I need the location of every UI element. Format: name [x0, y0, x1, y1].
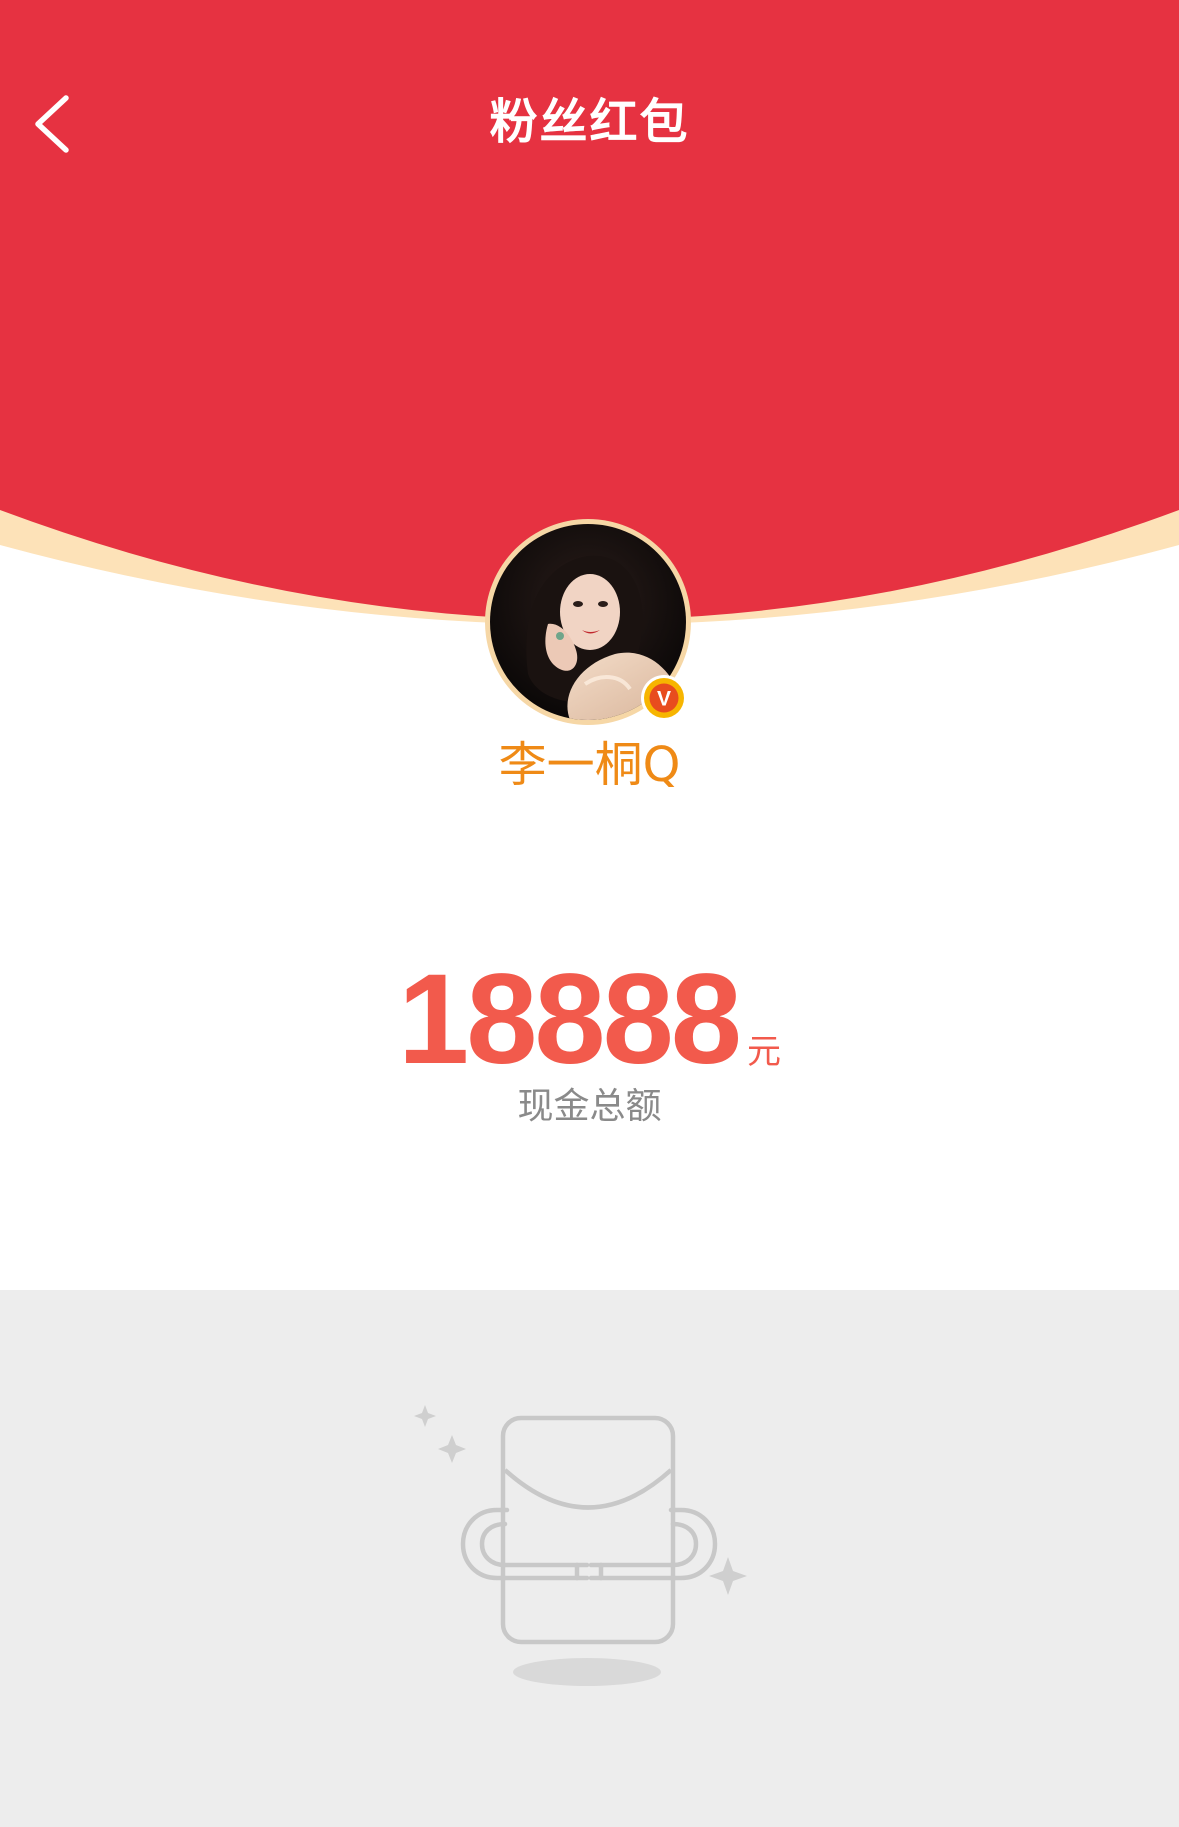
empty-red-envelope-icon: [405, 1400, 765, 1700]
verified-v-icon: V: [639, 673, 689, 723]
username: 李一桐Q: [498, 737, 681, 793]
amount-caption: 现金总额: [517, 1086, 662, 1127]
verified-letter: V: [657, 688, 671, 711]
amount-row: 18888 元: [0, 955, 1179, 1085]
page-title: 粉丝红包: [489, 94, 690, 150]
amount-value: 18888: [398, 948, 742, 1091]
amount-unit: 元: [746, 1032, 781, 1072]
